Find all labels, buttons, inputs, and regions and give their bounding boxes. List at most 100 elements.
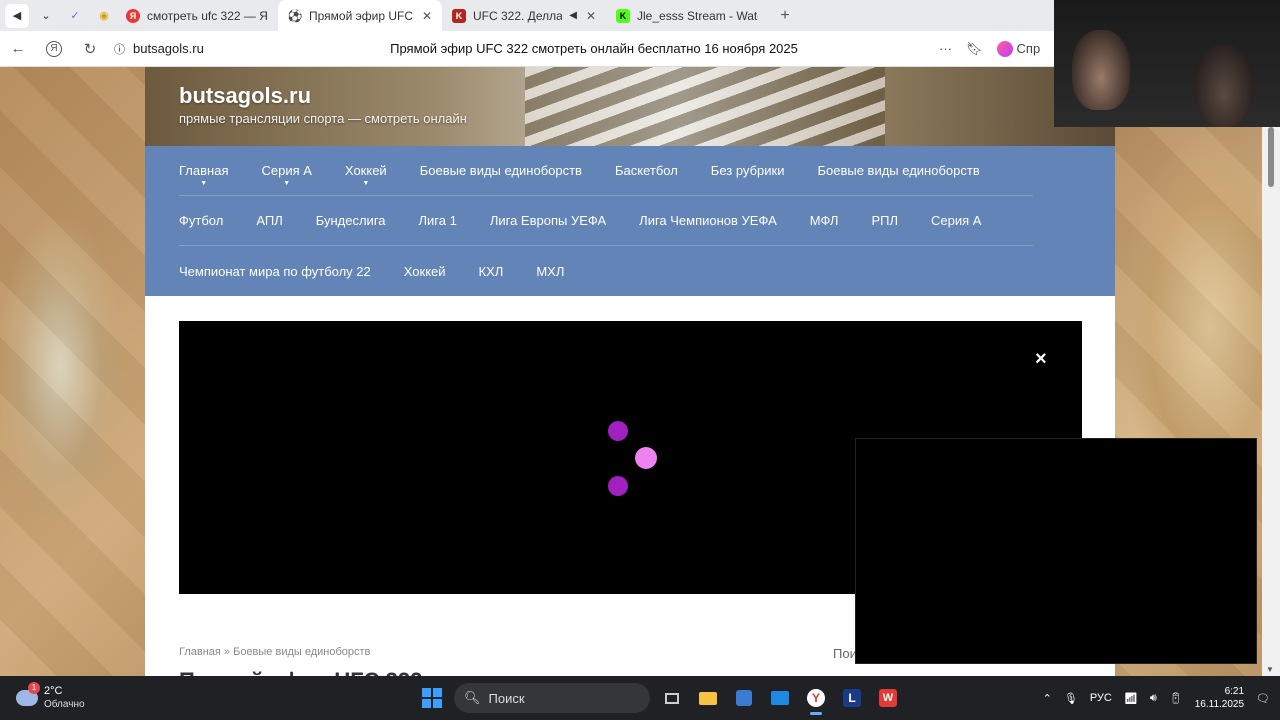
wifi-icon[interactable]: 📶︎	[1124, 692, 1138, 705]
close-player-button[interactable]: ×	[1035, 348, 1047, 371]
folder-icon	[699, 691, 717, 705]
nav-item[interactable]: Серия А	[931, 213, 981, 228]
alice-label: Спр	[1016, 41, 1041, 56]
tab-kick-stream[interactable]: K Jle_esss Stream - Watch Li	[606, 0, 768, 31]
url-text: butsagols.ru	[133, 41, 204, 56]
app-l-button[interactable]: L	[834, 680, 870, 716]
bookmark-icon[interactable]: 🔖︎	[966, 41, 983, 57]
yandex-home-button[interactable]: Я	[36, 31, 72, 67]
sidebar-search-label: Пои	[833, 646, 857, 661]
task-view-icon	[665, 692, 679, 704]
speaker-icon[interactable]: ◀	[569, 10, 577, 21]
site-header: butsagols.ru прямые трансляции спорта — …	[145, 67, 1115, 146]
wps-office-button[interactable]: W	[870, 680, 906, 716]
reload-button[interactable]: ↻	[72, 31, 108, 67]
nav-item[interactable]: Главная ▼	[179, 163, 229, 187]
nav-item-label: Хоккей	[344, 163, 387, 178]
nav-item[interactable]: Бундеслига	[316, 213, 386, 228]
page-scrollbar[interactable]: ▼	[1262, 67, 1280, 676]
nav-item[interactable]: Без рубрики	[711, 163, 785, 178]
back-button[interactable]: ←	[0, 31, 36, 67]
taskbar-search[interactable]: 🔍︎ Поиск	[454, 683, 650, 713]
weather-desc: Облачно	[44, 699, 85, 710]
pinned-tab-2[interactable]: ◉	[92, 4, 116, 28]
tab-ufc-della-maddalena[interactable]: K UFC 322. Делла Мад ◀ ✕	[442, 0, 606, 31]
nav-item-label: Серия А	[261, 163, 312, 178]
store-icon	[736, 690, 752, 706]
nav-item[interactable]: Боевые виды единоборств	[420, 163, 582, 178]
tab-ufc-live[interactable]: ⚽ Прямой эфир UFC 322 ✕	[278, 0, 442, 31]
alice-assistant-button[interactable]: Спр	[996, 40, 1041, 57]
chrome-icon: ◉	[99, 10, 109, 22]
nav-item[interactable]: Хоккей	[404, 264, 446, 279]
nav-item[interactable]: Серия А ▼	[261, 163, 312, 187]
scroll-down-arrow-icon[interactable]: ▼	[1266, 665, 1274, 674]
yandex-browser-button[interactable]: Y	[798, 680, 834, 716]
loading-spinner-dot	[635, 447, 657, 469]
store-button[interactable]	[726, 680, 762, 716]
nav-item[interactable]: АПЛ	[256, 213, 282, 228]
tab-yandex-search[interactable]: Я смотреть ufc 322 — Яндекс	[116, 0, 278, 31]
pinned-app-icon: ✓	[70, 10, 80, 22]
nav-item[interactable]: Футбол	[179, 213, 223, 228]
start-button[interactable]	[422, 688, 442, 708]
volume-icon[interactable]: 🔊︎	[1150, 692, 1157, 705]
outlook-button[interactable]	[762, 680, 798, 716]
tab-title: Прямой эфир UFC 322	[309, 8, 413, 23]
loading-spinner-dot	[608, 421, 628, 441]
site-name[interactable]: butsagols.ru	[179, 83, 311, 109]
nav-item[interactable]: Лига 1	[419, 213, 457, 228]
url-field[interactable]: ⓘ butsagols.ru	[114, 41, 324, 57]
weather-widget[interactable]: 1 2°C Облачно	[16, 682, 406, 711]
tab-audio-toggle[interactable]: ◀	[5, 3, 29, 28]
chevron-down-icon: ⌄	[41, 10, 51, 22]
nav-item-label: Главная	[179, 163, 229, 178]
nav-item-label: Серия А	[930, 213, 982, 228]
battery-icon[interactable]: 🔋︎	[1169, 692, 1183, 705]
nav-item[interactable]: МФЛ	[810, 213, 839, 228]
nav-item-label: Чемпионат мира по футболу 22	[179, 263, 371, 279]
tab-title: смотреть ufc 322 — Яндекс	[147, 8, 268, 23]
pinned-tab-1[interactable]: ✓	[63, 4, 87, 28]
new-tab-button[interactable]: +	[774, 5, 796, 27]
nav-item[interactable]: Лига Европы УЕФА	[490, 213, 606, 228]
dropdown-caret-icon: ▼	[200, 180, 208, 187]
dropdown-caret-icon: ▼	[362, 180, 370, 187]
nav-row: Чемпионат мира по футболу 22 Хоккей КХЛ МХЛ	[179, 246, 1033, 296]
nav-item[interactable]: РПЛ	[871, 213, 898, 228]
clock[interactable]: 6:21 16.11.2025	[1195, 685, 1244, 711]
reload-icon: ↻	[83, 40, 97, 58]
breadcrumb[interactable]: Главная » Боевые виды единоборств	[179, 646, 370, 658]
chevron-up-icon[interactable]: ⌃	[1043, 692, 1052, 705]
close-tab-icon[interactable]: ✕	[422, 9, 432, 23]
tab-list-button[interactable]: ⌄	[34, 4, 58, 28]
scrollbar-thumb[interactable]	[1268, 127, 1274, 187]
file-explorer-button[interactable]	[690, 680, 726, 716]
nav-item[interactable]: Боевые виды единоборств	[817, 163, 979, 178]
nav-item[interactable]: Баскетбол	[615, 163, 678, 178]
site-tagline: прямые трансляции спорта — смотреть онла…	[179, 111, 467, 126]
nav-item[interactable]: Чемпионат мира по футболу 22	[179, 264, 371, 279]
nav-item[interactable]: Хоккей ▼	[344, 163, 387, 187]
post-title: Прямой эфир UFC 322	[179, 668, 422, 676]
task-view-button[interactable]	[654, 680, 690, 716]
input-language[interactable]: РУС	[1090, 692, 1112, 704]
nav-item-label: МФЛ	[809, 213, 839, 228]
nav-item[interactable]: Лига Чемпионов УЕФА	[639, 213, 777, 228]
more-menu-icon[interactable]: ···	[939, 41, 952, 56]
nav-item[interactable]: КХЛ	[479, 264, 504, 279]
floating-video-window[interactable]	[855, 438, 1257, 664]
nav-item-label: РПЛ	[871, 213, 898, 228]
page-title-display: Прямой эфир UFC 322 смотреть онлайн бесп…	[390, 41, 798, 56]
nav-item-label: Баскетбол	[614, 163, 678, 178]
tab-title: Jle_esss Stream - Watch Li	[637, 8, 758, 23]
dropdown-caret-icon: ▼	[283, 180, 291, 187]
microphone-icon[interactable]: 🎙︎	[1064, 692, 1078, 705]
site-info-icon[interactable]: ⓘ	[114, 41, 125, 57]
notifications-icon[interactable]: 🗨︎	[1256, 692, 1270, 705]
nav-item[interactable]: МХЛ	[536, 264, 564, 279]
close-tab-icon[interactable]: ✕	[586, 9, 596, 23]
search-label: Поиск	[488, 690, 525, 706]
webcam-overlay	[1054, 0, 1280, 127]
site-favicon-icon: K	[452, 8, 466, 23]
